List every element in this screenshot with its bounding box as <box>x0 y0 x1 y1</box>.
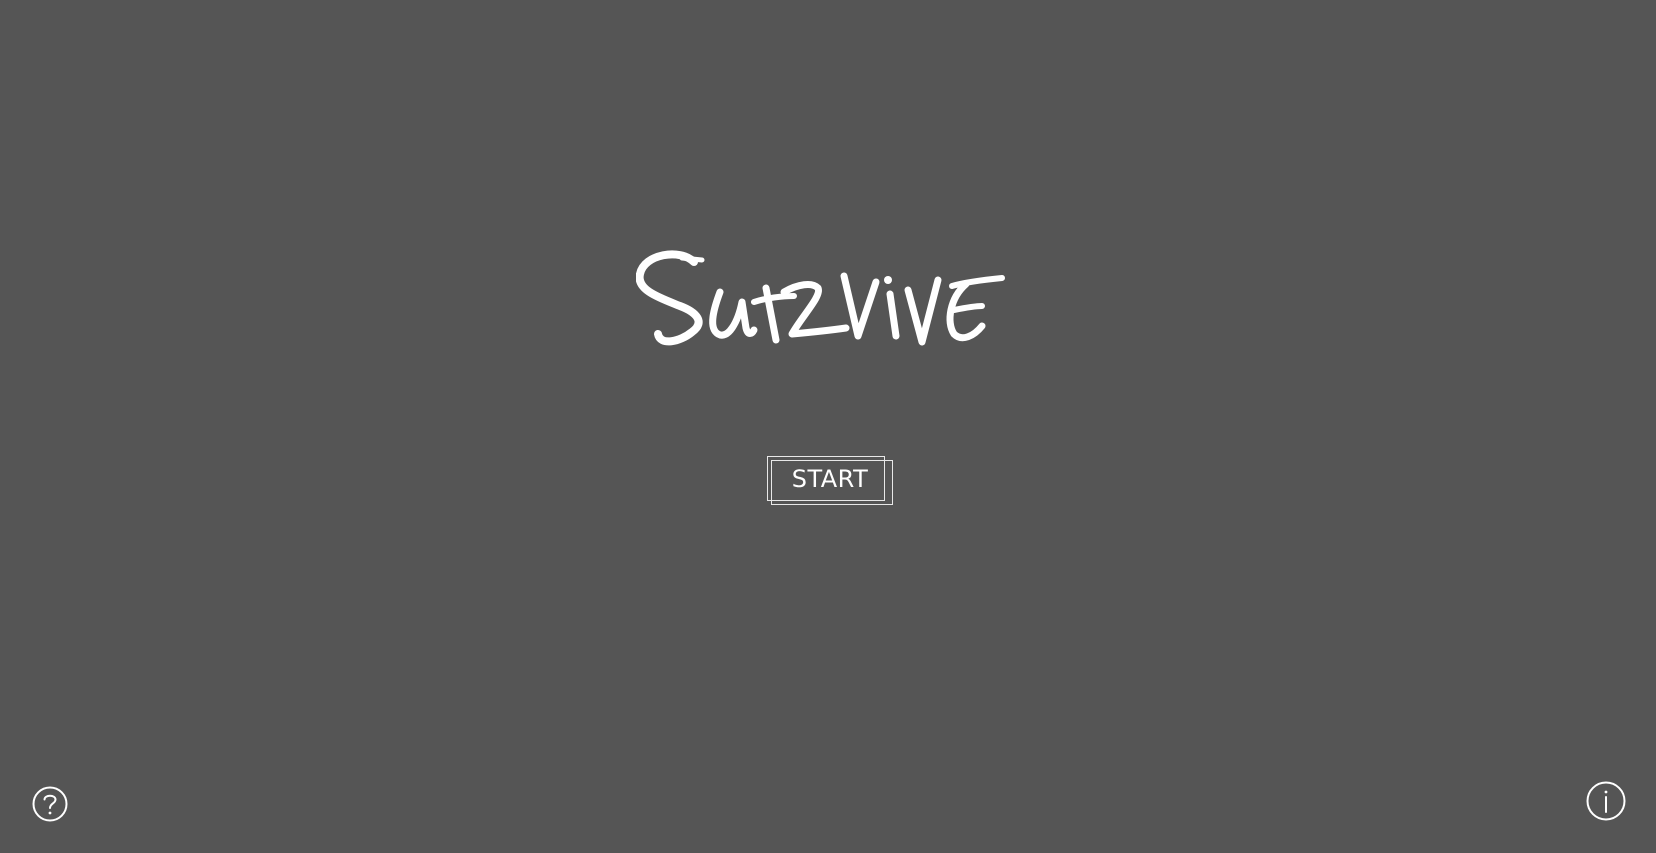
handwritten-title-icon <box>635 250 1005 346</box>
info-icon <box>1586 781 1626 821</box>
question-mark-icon <box>32 786 68 822</box>
start-button-label: START <box>791 465 869 493</box>
info-button[interactable] <box>1585 780 1627 822</box>
start-button[interactable]: START <box>767 456 893 505</box>
help-button[interactable] <box>31 785 69 823</box>
game-title-logo: Survive <box>635 250 1016 362</box>
